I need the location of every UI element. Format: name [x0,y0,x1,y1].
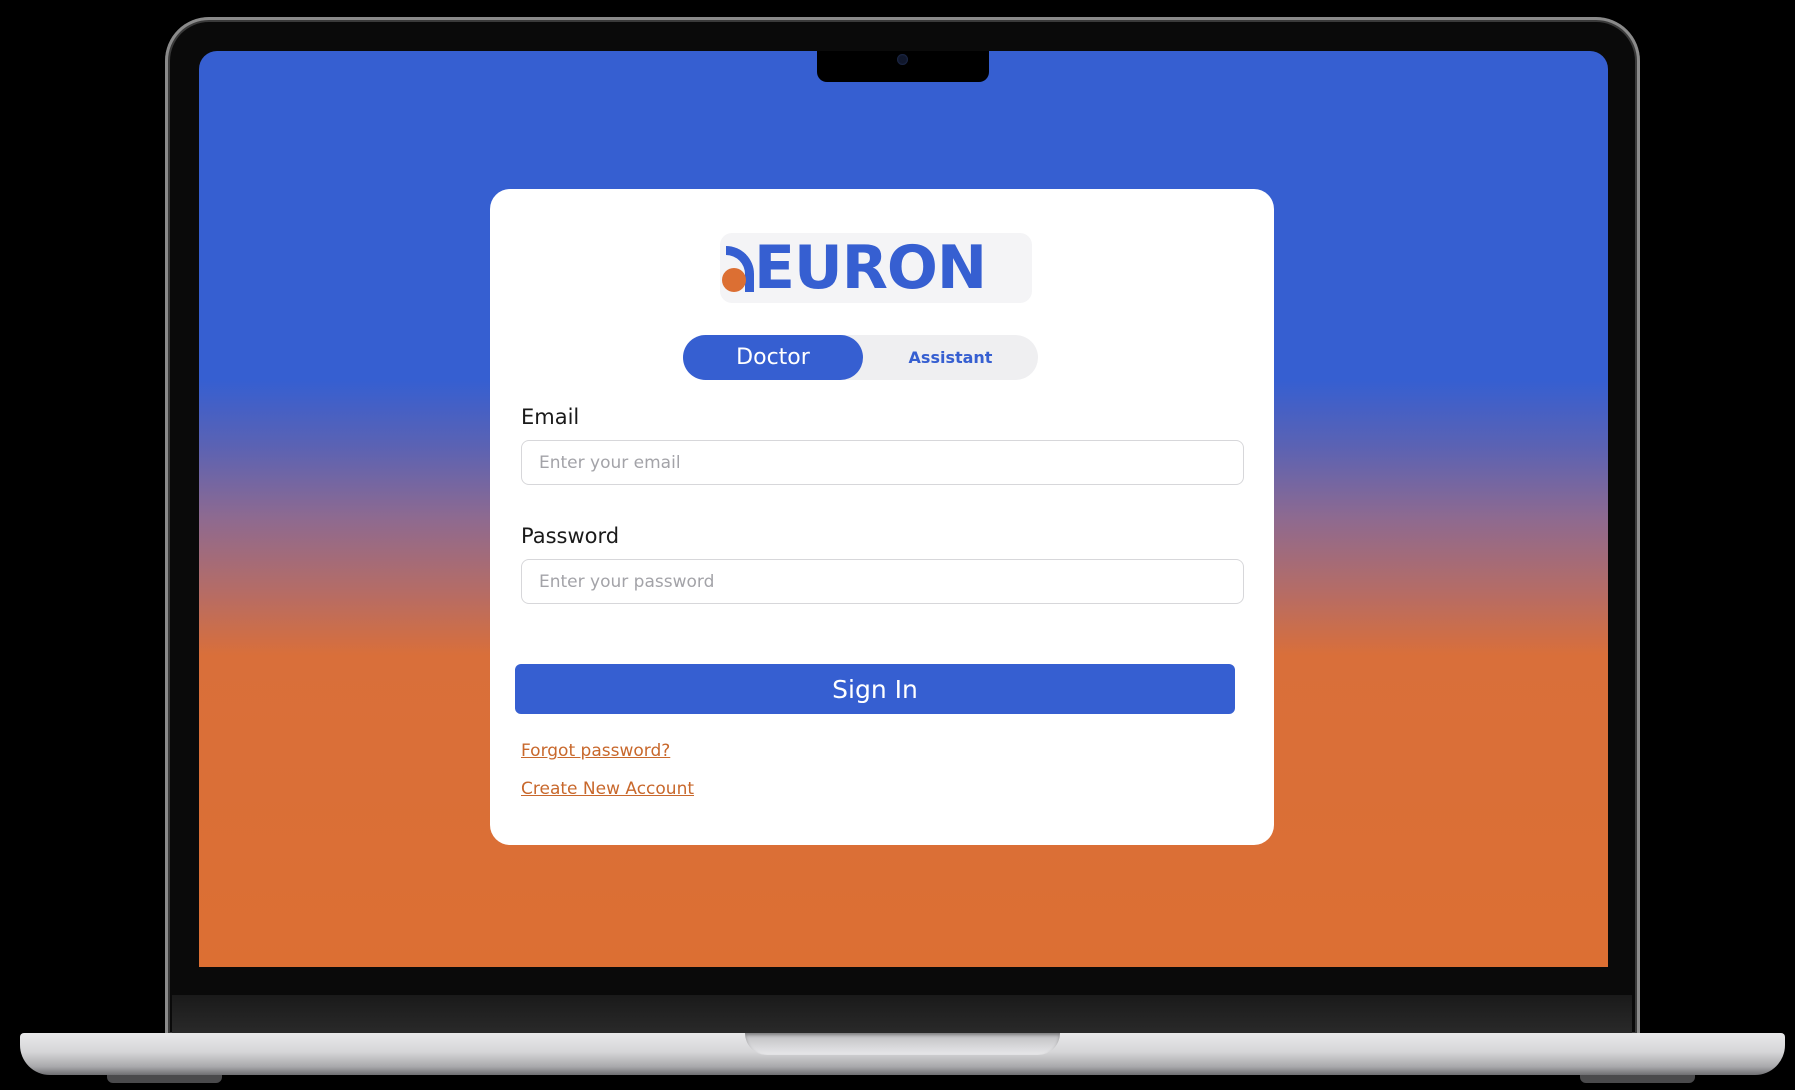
login-card: EURON Doctor Assistant Email Password Si… [490,189,1274,845]
email-field[interactable] [521,440,1244,485]
neuron-logo: EURON [720,233,1032,303]
password-field[interactable] [521,559,1244,604]
laptop-foot-left [107,1075,222,1083]
forgot-password-link[interactable]: Forgot password? [521,741,670,761]
role-doctor-button[interactable]: Doctor [683,335,863,380]
neuron-n-logo-icon [722,240,758,296]
role-assistant-button[interactable]: Assistant [863,335,1038,380]
email-label: Email [521,405,580,429]
laptop-foot-right [1580,1075,1695,1083]
create-account-link[interactable]: Create New Account [521,779,694,799]
laptop-hinge [172,995,1632,1035]
camera-icon [897,54,908,65]
role-toggle: Doctor Assistant [683,335,1038,380]
laptop-opening-notch [745,1033,1060,1055]
camera-notch [817,51,989,82]
laptop-mockup: EURON Doctor Assistant Email Password Si… [0,0,1795,1090]
sign-in-button[interactable]: Sign In [515,664,1235,714]
logo-wordmark: EURON [754,233,987,303]
password-label: Password [521,524,620,548]
